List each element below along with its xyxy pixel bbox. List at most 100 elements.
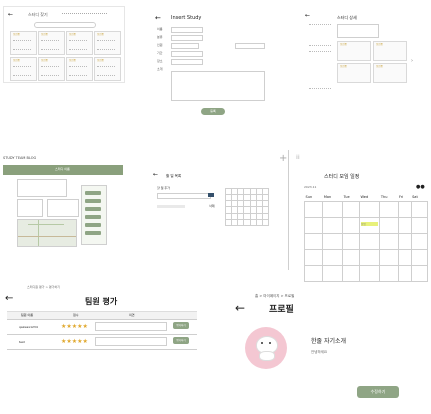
back-icon[interactable]: ← xyxy=(5,294,13,304)
day-cell[interactable] xyxy=(303,233,324,250)
day-cell[interactable] xyxy=(410,201,429,218)
back-icon[interactable]: ← xyxy=(155,15,161,22)
page-title: 팀원 평가 xyxy=(85,297,118,306)
evaluate-button[interactable]: 평가하기 xyxy=(173,322,189,329)
related-study-card[interactable]: 모집중 xyxy=(373,41,407,61)
study-card[interactable]: 모집중 xyxy=(66,57,93,81)
mini-cal-cell[interactable] xyxy=(261,218,270,227)
intro-heading: 한줄 자기소개 xyxy=(311,338,347,345)
day-cell[interactable] xyxy=(342,217,361,234)
day-cell[interactable] xyxy=(359,265,381,282)
day-cell[interactable] xyxy=(410,249,429,266)
submit-button[interactable]: 등록 xyxy=(201,108,225,115)
notice-item[interactable] xyxy=(85,231,101,235)
intro-textarea[interactable] xyxy=(171,71,265,101)
card-lines xyxy=(69,40,87,50)
back-icon[interactable]: ← xyxy=(305,13,310,19)
study-card[interactable]: 모집중 xyxy=(66,31,93,55)
study-card[interactable]: 모집중 xyxy=(10,31,37,55)
day-cell[interactable] xyxy=(397,217,412,234)
day-cell[interactable] xyxy=(379,201,399,218)
day-cell[interactable] xyxy=(397,265,412,282)
study-card[interactable]: 모집중 xyxy=(94,57,121,81)
day-cell[interactable] xyxy=(342,233,361,250)
search-input[interactable] xyxy=(34,22,96,28)
day-cell[interactable] xyxy=(322,249,344,266)
back-icon[interactable]: ← xyxy=(8,12,13,18)
day-cell[interactable] xyxy=(342,201,361,218)
page-title: Insert Study xyxy=(171,15,202,21)
card-tag: 모집중 xyxy=(69,59,76,62)
field-input[interactable] xyxy=(171,43,199,49)
nav-links xyxy=(62,13,107,17)
comment-input[interactable] xyxy=(95,337,167,346)
member-table xyxy=(17,179,67,197)
field-input[interactable] xyxy=(171,35,203,41)
day-cell[interactable] xyxy=(359,233,381,250)
day-cell[interactable] xyxy=(359,201,381,218)
star-rating[interactable]: ★★★★★ xyxy=(61,339,88,345)
field-input[interactable] xyxy=(171,51,203,57)
star-rating[interactable]: ★★★★★ xyxy=(61,324,88,330)
back-icon[interactable]: ← xyxy=(153,172,158,178)
day-cell[interactable] xyxy=(303,217,324,234)
study-card[interactable]: 모집중 xyxy=(94,31,121,55)
day-cell[interactable] xyxy=(342,249,361,266)
field-input[interactable] xyxy=(171,59,203,65)
day-cell[interactable] xyxy=(322,201,344,218)
back-icon[interactable]: ← xyxy=(235,302,245,314)
day-cell[interactable] xyxy=(322,217,344,234)
add-button[interactable] xyxy=(208,193,214,197)
day-cell[interactable] xyxy=(379,249,399,266)
notice-item[interactable] xyxy=(85,215,101,219)
day-cell[interactable] xyxy=(303,249,324,266)
grid-dots-icon[interactable]: ⁞⁞ xyxy=(296,155,300,161)
row-divider xyxy=(7,349,197,350)
study-card[interactable]: 모집중 xyxy=(10,57,37,81)
card-lines xyxy=(13,40,31,50)
notice-item[interactable] xyxy=(85,199,101,203)
edit-button[interactable]: 수정하기 xyxy=(357,386,399,398)
nav-dots-icon[interactable]: ●● xyxy=(416,185,425,190)
day-cell[interactable] xyxy=(397,201,412,218)
comment-input[interactable] xyxy=(95,322,167,331)
day-cell[interactable] xyxy=(342,265,361,282)
field-input[interactable] xyxy=(171,27,203,33)
related-study-card[interactable]: 모집중 xyxy=(337,41,371,61)
day-cell[interactable] xyxy=(397,233,412,250)
day-cell[interactable] xyxy=(322,233,344,250)
notice-item[interactable] xyxy=(85,207,101,211)
day-cell[interactable] xyxy=(410,233,429,250)
page-title: 스터디 상세 xyxy=(337,15,357,20)
notice-item[interactable] xyxy=(85,191,101,195)
banner-label: 스터디 이름 xyxy=(55,167,70,171)
todo-input[interactable] xyxy=(157,193,211,199)
delete-button[interactable]: 삭제 xyxy=(209,205,215,208)
day-cell[interactable] xyxy=(397,249,412,266)
category-select[interactable] xyxy=(235,43,265,49)
card-tag: 모집중 xyxy=(41,59,48,62)
day-cell[interactable] xyxy=(303,201,324,218)
avatar xyxy=(245,327,287,369)
related-study-card[interactable]: 모집중 xyxy=(337,63,371,83)
day-cell[interactable] xyxy=(359,249,381,266)
study-card[interactable]: 모집중 xyxy=(38,31,65,55)
study-blog-screen: STUDY TEAM BLOG 스터디 이름 xyxy=(2,150,124,254)
field-label: 이름 xyxy=(157,27,163,31)
day-cell[interactable] xyxy=(379,265,399,282)
day-cell[interactable] xyxy=(410,265,429,282)
card-lines xyxy=(41,66,59,76)
day-cell[interactable] xyxy=(322,265,344,282)
chevron-right-icon[interactable]: › xyxy=(411,59,413,64)
event-highlight[interactable]: 모임 xyxy=(361,222,379,226)
day-cell[interactable] xyxy=(379,217,399,234)
notice-item[interactable] xyxy=(85,223,101,227)
day-cell[interactable] xyxy=(303,265,324,282)
related-study-card[interactable]: 모집중 xyxy=(373,63,407,83)
card-tag: 모집중 xyxy=(376,65,383,68)
day-cell[interactable] xyxy=(379,233,399,250)
day-cell[interactable] xyxy=(410,217,429,234)
study-card[interactable]: 모집중 xyxy=(38,57,65,81)
day-cell[interactable]: 모임 xyxy=(359,217,381,234)
evaluate-button[interactable]: 평가하기 xyxy=(173,337,189,344)
